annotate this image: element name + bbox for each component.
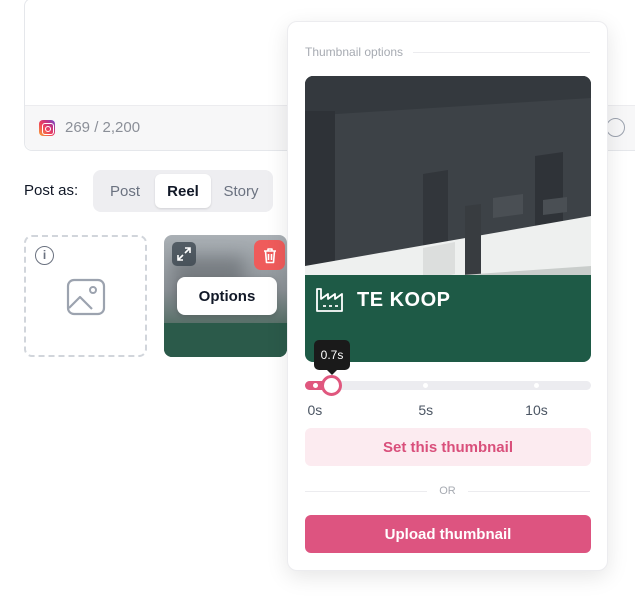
slider-mark-2 <box>534 383 540 388</box>
slider-tick-0s: 0s <box>307 402 323 418</box>
thumbnail-preview: TE KOOP <box>305 76 591 362</box>
instagram-icon <box>39 120 55 136</box>
emoji-icon[interactable] <box>606 118 625 137</box>
expand-icon[interactable] <box>172 242 196 266</box>
post-type-reel[interactable]: Reel <box>155 174 211 208</box>
factory-icon <box>316 288 343 312</box>
slider-tick-10s: 10s <box>525 402 548 418</box>
uploaded-media-thumbnail[interactable]: Options <box>164 235 287 357</box>
post-type-selector: Post Reel Story <box>93 170 273 212</box>
image-placeholder-icon <box>66 278 106 316</box>
divider-right <box>467 490 590 492</box>
slider-tick-5s: 5s <box>418 402 434 418</box>
thumbnail-options-popover: Thumbnail options TE KOOP 0.7s 0s 5s 10s… <box>287 21 608 571</box>
trash-icon[interactable] <box>254 240 285 270</box>
slider-mark-1 <box>423 383 429 388</box>
divider-left <box>305 490 428 492</box>
character-count: 269 / 2,200 <box>65 119 141 136</box>
slider-mark-0 <box>312 383 318 388</box>
set-thumbnail-button[interactable]: Set this thumbnail <box>305 428 591 466</box>
preview-sign-text: TE KOOP <box>357 289 451 311</box>
thumbnail-time-slider[interactable] <box>305 375 591 396</box>
divider <box>413 51 590 53</box>
post-as-label: Post as: <box>24 182 79 199</box>
post-type-post[interactable]: Post <box>97 174 153 208</box>
add-media-slot[interactable]: i <box>24 235 147 357</box>
thumbnail-blur-footer <box>164 323 287 357</box>
post-type-story[interactable]: Story <box>213 174 269 208</box>
popover-header: Thumbnail options <box>305 45 590 59</box>
upload-thumbnail-button[interactable]: Upload thumbnail <box>305 515 591 553</box>
popover-title: Thumbnail options <box>305 45 404 59</box>
or-divider: OR <box>305 485 590 497</box>
info-icon[interactable]: i <box>35 246 54 265</box>
slider-handle[interactable] <box>320 375 342 396</box>
current-time-tooltip: 0.7s <box>314 340 350 375</box>
or-text: OR <box>439 485 456 497</box>
media-options-button[interactable]: Options <box>177 277 277 315</box>
